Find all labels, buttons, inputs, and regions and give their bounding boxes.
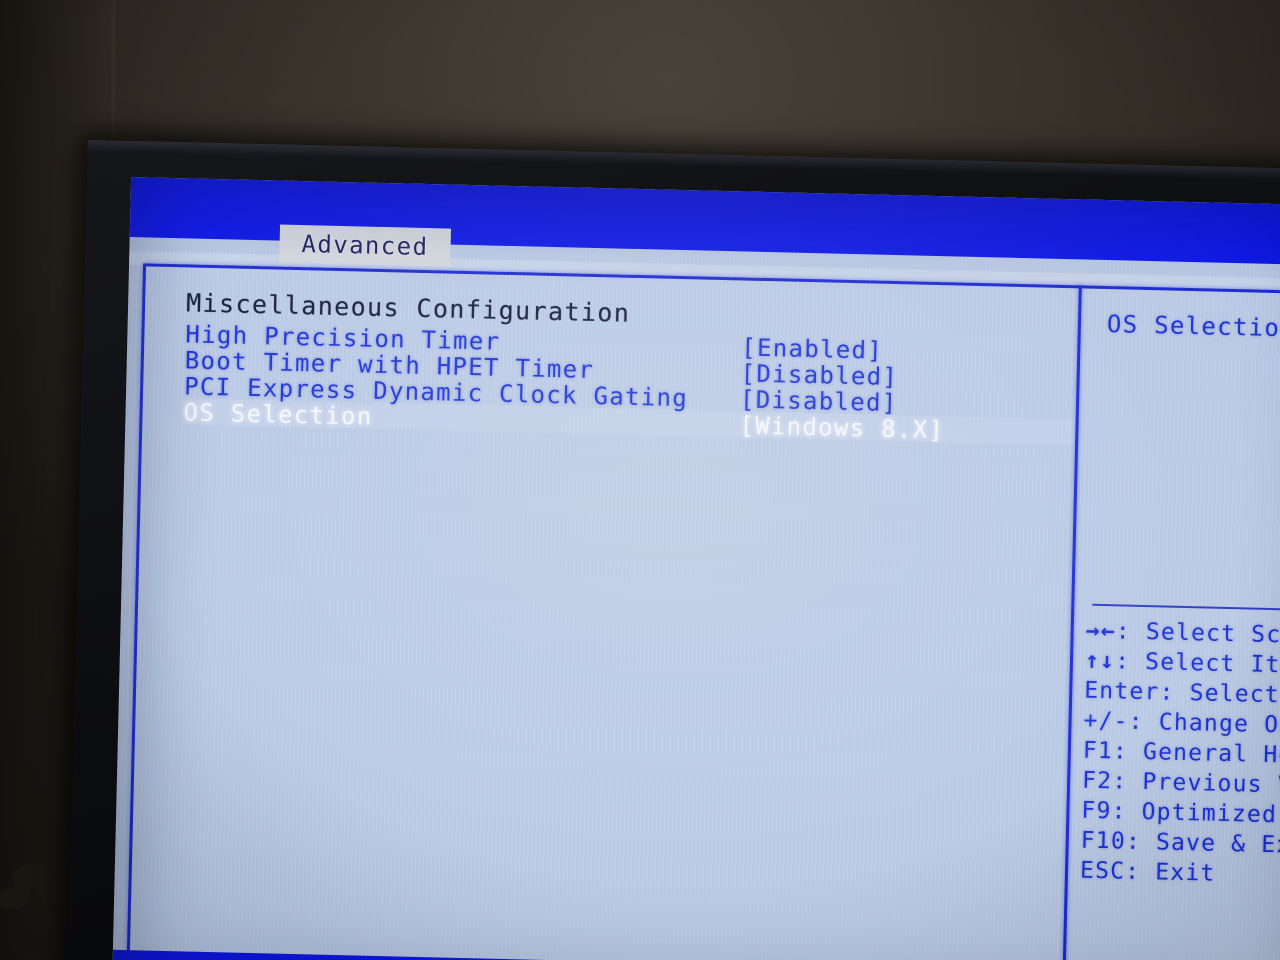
bios-screen: Aptio Setup Utility - Copyright (C) 2018… [111, 177, 1280, 960]
monitor-bezel: Aptio Setup Utility - Copyright (C) 2018… [67, 140, 1280, 960]
setting-value[interactable]: [Windows 8.X] [739, 411, 944, 444]
help-pane: OS Selection →←: Select Scr ↑↓: Select I… [1065, 285, 1280, 960]
key-legend-item: ESC: Exit [1080, 856, 1280, 893]
photo-scene: Aptio Setup Utility - Copyright (C) 2018… [0, 0, 1280, 960]
key-legend-text: +/-: Change Opt [1083, 707, 1280, 739]
tab-advanced[interactable]: Advanced [279, 224, 451, 267]
key-legend-text: : Select Scr [1115, 618, 1280, 649]
bios-content-panes: Miscellaneous Configuration High Precisi… [127, 263, 1280, 960]
key-legend-text: F10: Save & Exit [1080, 827, 1280, 860]
help-separator [1092, 603, 1280, 612]
key-legend-text: F1: General Hel [1082, 737, 1280, 769]
key-legend-text: ESC: Exit [1079, 857, 1216, 887]
key-legend-text: Enter: Select [1083, 677, 1280, 709]
settings-pane: Miscellaneous Configuration High Precisi… [127, 263, 1079, 960]
key-legend-text: F2: Previous Va [1081, 767, 1280, 799]
help-description: OS Selection [1106, 310, 1280, 343]
arrow-ud-icon: ↑↓ [1084, 647, 1116, 675]
key-legend-text: F9: Optimized De [1081, 797, 1280, 830]
key-legend: →←: Select Scr ↑↓: Select Ite Enter: Sel… [1080, 616, 1280, 893]
arrow-lr-icon: →← [1085, 617, 1117, 645]
key-legend-text: : Select Ite [1114, 648, 1280, 679]
